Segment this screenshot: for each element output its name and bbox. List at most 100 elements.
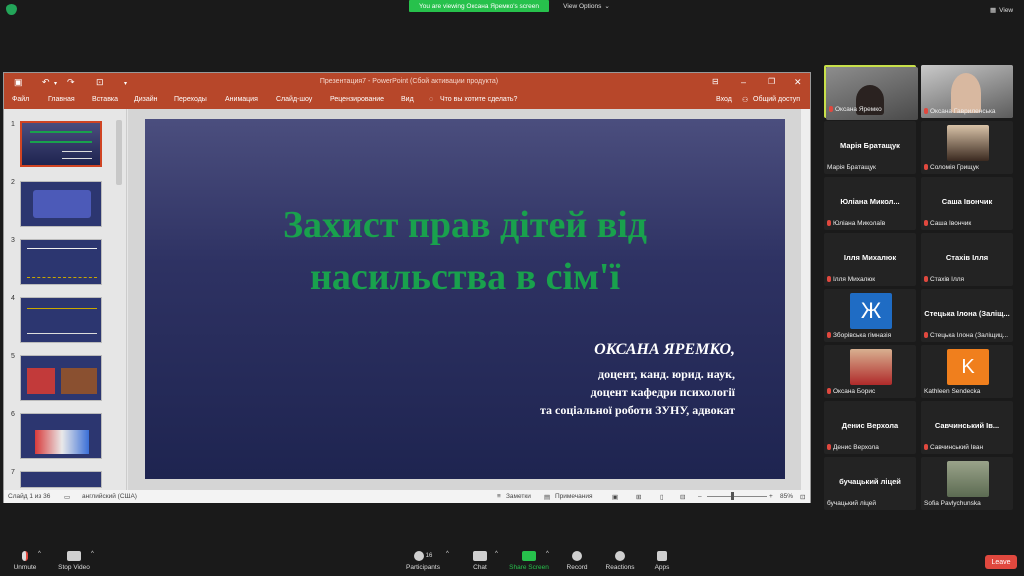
participant-tile[interactable]: Марія Братащук Марія Братащук — [824, 121, 916, 174]
participant-tile[interactable]: Оксана Борис — [824, 345, 916, 398]
tab-view[interactable]: Вид — [401, 96, 414, 103]
participant-display-name: Саша Івончик — [941, 197, 993, 206]
tab-slideshow[interactable]: Слайд-шоу — [276, 96, 312, 103]
reading-view-icon[interactable]: ▯ — [660, 493, 664, 501]
fit-slide-icon[interactable]: ⊡ — [800, 493, 805, 501]
participant-tile[interactable]: Ж Зборівська гімназія — [824, 289, 916, 342]
thumb-image — [27, 368, 55, 394]
participant-tile[interactable]: Соломія Грищук — [921, 121, 1013, 174]
participant-tile[interactable]: Ілля Михалюк Ілля Михалюк — [824, 233, 916, 286]
notes-button[interactable]: Заметки — [506, 493, 531, 500]
participant-tile[interactable]: Денис Верхола Денис Верхола — [824, 401, 916, 454]
participant-name: Оксана Яремко — [829, 106, 917, 113]
tab-review[interactable]: Рецензирование — [330, 96, 384, 103]
ribbon-display-options-icon[interactable]: ⊟ — [712, 77, 719, 86]
participants-options-caret[interactable]: ^ — [446, 551, 449, 557]
share-button[interactable]: Общий доступ — [753, 96, 800, 103]
participant-name: Денис Верхола — [827, 444, 915, 451]
security-shield-icon[interactable] — [6, 4, 17, 15]
tab-design[interactable]: Дизайн — [134, 96, 158, 103]
slideshow-from-start-icon[interactable]: ⊡ — [96, 77, 104, 88]
record-button[interactable]: Record — [562, 551, 592, 571]
slide-sorter-icon[interactable]: ⊞ — [636, 493, 641, 501]
tab-file[interactable]: Файл — [12, 96, 29, 103]
tell-me-search[interactable]: Что вы хотите сделать? — [440, 96, 517, 103]
zoom-slider-thumb[interactable] — [731, 492, 734, 500]
person-silhouette — [951, 73, 981, 113]
slide-thumbnail-2[interactable] — [20, 181, 102, 227]
slide-thumbnail-7[interactable] — [20, 471, 102, 488]
share-options-caret[interactable]: ^ — [546, 551, 549, 557]
zoom-level[interactable]: 85% — [780, 493, 793, 500]
participants-button[interactable]: 16 Participants — [402, 551, 444, 571]
thumbnail-scroll-thumb[interactable] — [116, 120, 122, 185]
powerpoint-window: ▣ ↶ ▾ ↷ ⊡ ▾ Презентация7 - PowerPoint (С… — [3, 72, 811, 503]
stop-video-button[interactable]: Stop Video — [55, 551, 93, 571]
avatar — [850, 349, 892, 385]
tab-transitions[interactable]: Переходы — [174, 96, 207, 103]
maximize-icon[interactable]: ❐ — [768, 77, 775, 86]
participant-tile[interactable]: Оксана Гавриленська — [921, 65, 1013, 118]
view-button[interactable]: ▦ View — [990, 4, 1020, 16]
zoom-out-icon[interactable]: – — [698, 493, 702, 500]
unmute-button[interactable]: Unmute — [10, 551, 40, 571]
participants-icon-wrap: 16 — [402, 551, 444, 564]
share-screen-button[interactable]: Share Screen — [508, 551, 550, 571]
participant-display-name: Стецька Ілона (Заліщ... — [924, 309, 1010, 318]
participant-tile[interactable]: бучацький ліцей бучацький ліцей — [824, 457, 916, 510]
zoom-in-icon[interactable]: + — [769, 493, 773, 500]
slide-subtitle-line-3: та соціальної роботи ЗУНУ, адвокат — [539, 403, 735, 417]
participant-tile[interactable]: K Kathleen Sendecka — [921, 345, 1013, 398]
participant-tile[interactable]: Стецька Ілона (Заліщ... Стецька Ілона (З… — [921, 289, 1013, 342]
participant-name: бучацький ліцей — [827, 500, 876, 507]
slide-thumbnail-6[interactable] — [20, 413, 102, 459]
slide-thumbnail-3[interactable] — [20, 239, 102, 285]
participant-tile[interactable]: Савчинський Ів... Савчинський Іван — [921, 401, 1013, 454]
participant-tile[interactable]: Юліана Микол... Юліана Миколаїв — [824, 177, 916, 230]
participant-name: Соломія Грищук — [924, 164, 1012, 171]
mic-options-caret[interactable]: ^ — [38, 551, 41, 557]
participant-tile[interactable]: Саша Івончик Саша Івончик — [921, 177, 1013, 230]
participant-display-name: Савчинський Ів... — [934, 421, 1000, 430]
apps-button[interactable]: Apps — [650, 551, 674, 571]
reactions-button[interactable]: Reactions — [602, 551, 638, 571]
person-icon: ⚇ — [742, 97, 749, 104]
leave-button[interactable]: Leave — [985, 555, 1017, 569]
slide-thumbnail-1[interactable] — [20, 121, 102, 167]
viewing-banner: You are viewing Оксана Яремко's screen — [409, 0, 549, 12]
close-icon[interactable]: ✕ — [794, 77, 802, 88]
customize-qat-icon[interactable]: ▾ — [124, 80, 127, 87]
view-options-button[interactable]: View Options ⌄ — [559, 0, 614, 12]
save-icon[interactable]: ▣ — [14, 77, 23, 88]
participant-tile[interactable]: Оксана Яремко — [824, 65, 918, 120]
chat-options-caret[interactable]: ^ — [495, 551, 498, 557]
video-options-caret[interactable]: ^ — [91, 551, 94, 557]
participant-tile[interactable]: Стахів Ілля Стахів Ілля — [921, 233, 1013, 286]
tab-animations[interactable]: Анимация — [225, 96, 258, 103]
comments-button[interactable]: Примечания — [555, 493, 593, 500]
slide-thumbnail-panel[interactable]: 1 2 3 4 5 6 7 — [4, 109, 127, 490]
slide-thumbnail-5[interactable] — [20, 355, 102, 401]
slide-number: 3 — [11, 237, 15, 244]
slide-number: 7 — [11, 469, 15, 476]
redo-icon[interactable]: ↷ — [67, 77, 75, 88]
zoom-slider[interactable] — [707, 496, 767, 497]
current-slide[interactable]: Захист прав дітей від насильства в сім'ї… — [145, 119, 785, 479]
spellcheck-icon[interactable]: ▭ — [64, 493, 70, 501]
slideshow-view-icon[interactable]: ⊟ — [680, 493, 685, 501]
undo-dropdown-icon[interactable]: ▾ — [54, 80, 57, 87]
tab-insert[interactable]: Вставка — [92, 96, 118, 103]
participant-display-name: Марія Братащук — [840, 141, 900, 150]
normal-view-icon[interactable]: ▣ — [612, 493, 618, 501]
undo-icon[interactable]: ↶ — [42, 77, 50, 88]
chat-button[interactable]: Chat — [468, 551, 492, 571]
slide-thumbnail-4[interactable] — [20, 297, 102, 343]
language-indicator[interactable]: английский (США) — [82, 493, 137, 500]
sign-in-link[interactable]: Вход — [716, 96, 732, 103]
vertical-scrollbar[interactable] — [801, 109, 810, 490]
participant-tile[interactable]: Sofia Pavlychunska — [921, 457, 1013, 510]
participant-display-name: Денис Верхола — [841, 421, 899, 430]
minimize-icon[interactable]: – — [741, 77, 746, 87]
thumb-title-lines — [30, 131, 92, 143]
tab-home[interactable]: Главная — [48, 96, 75, 103]
